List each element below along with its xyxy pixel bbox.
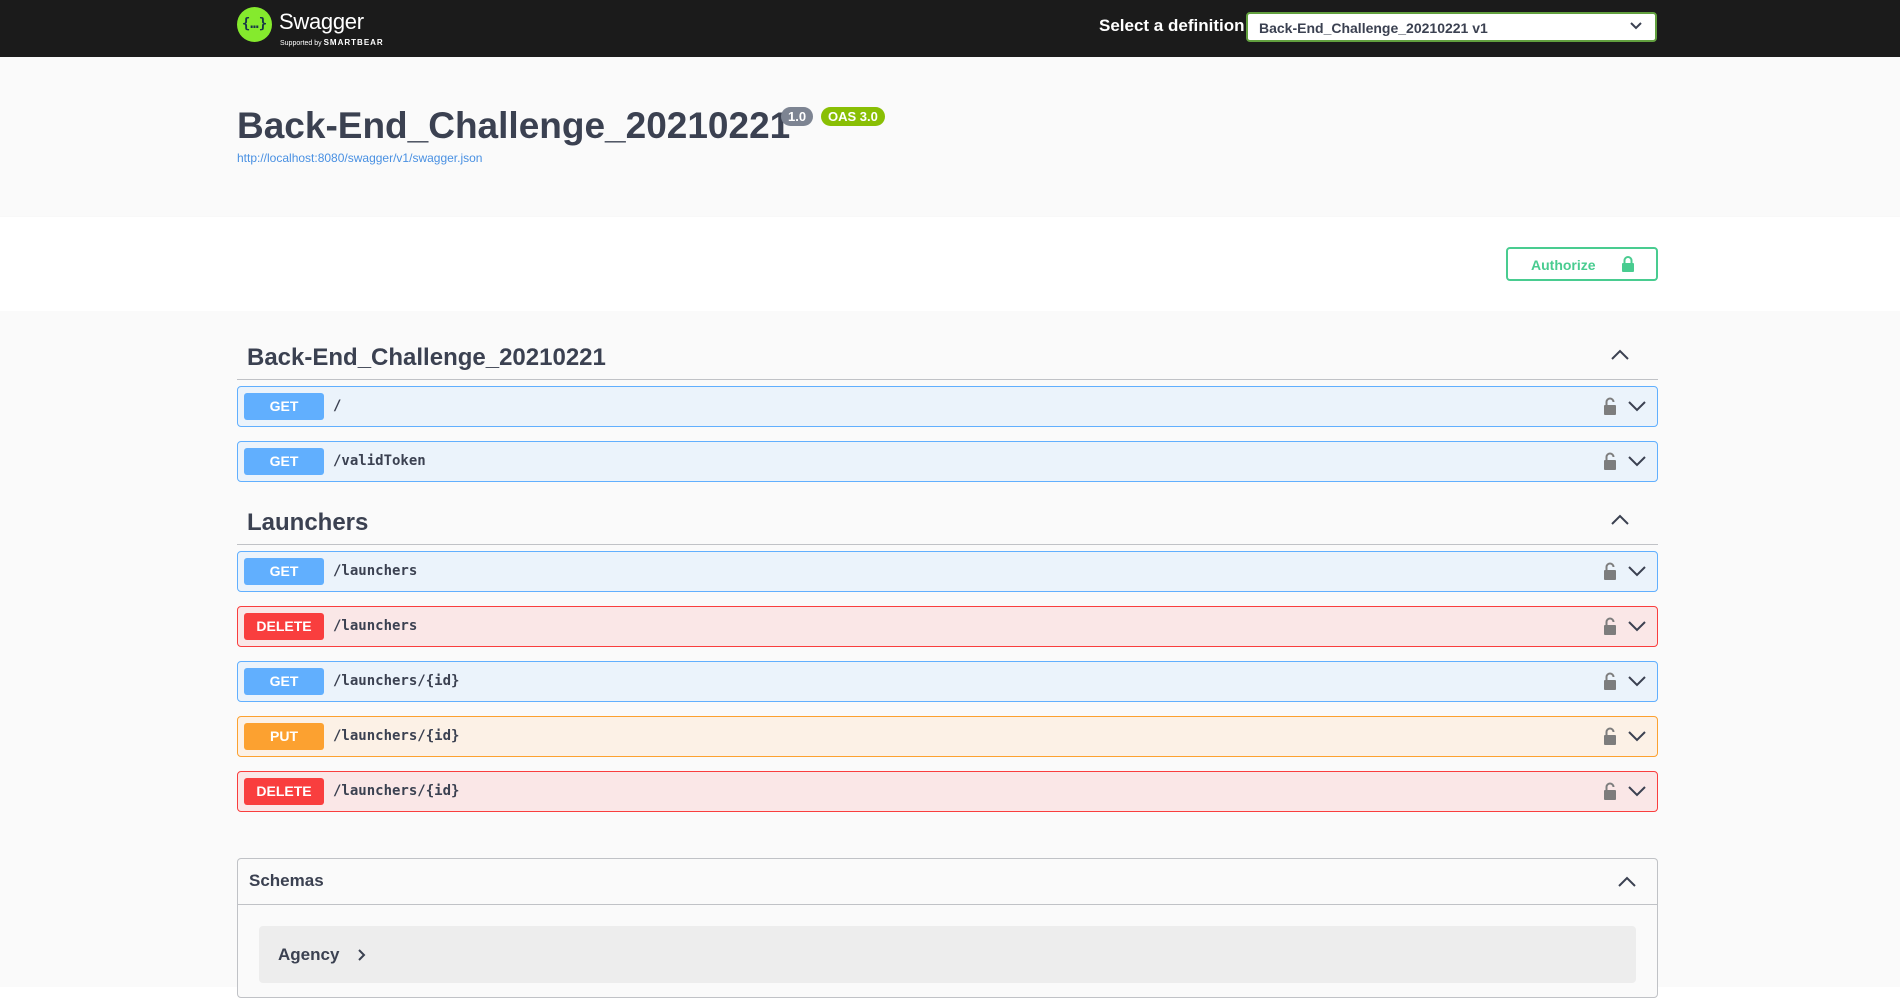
lock-icon[interactable] [1603, 781, 1617, 801]
method-badge: PUT [244, 723, 324, 750]
opblock-get-validtoken[interactable]: GET /validToken [237, 441, 1658, 482]
operation-path: /launchers [333, 563, 418, 579]
oas-badge: OAS 3.0 [821, 107, 885, 126]
swagger-logo[interactable]: {…} Swagger Supported by SMARTBEAR [237, 7, 387, 49]
method-badge: GET [244, 393, 324, 420]
tag-header-launchers[interactable]: Launchers [237, 499, 1658, 545]
topbar: {…} Swagger Supported by SMARTBEAR Selec… [0, 0, 1900, 57]
operation-path: /launchers/{id} [333, 728, 460, 744]
method-badge: DELETE [244, 613, 324, 640]
lock-icon[interactable] [1603, 616, 1617, 636]
lock-icon[interactable] [1603, 451, 1617, 471]
method-badge: GET [244, 448, 324, 475]
opblock-get-launchers[interactable]: GET /launchers [237, 551, 1658, 592]
method-badge: GET [244, 668, 324, 695]
schemas-title: Schemas [249, 871, 324, 890]
definition-select[interactable]: Back-End_Challenge_20210221 v1 [1246, 12, 1657, 42]
tag-header-back-end-challenge[interactable]: Back-End_Challenge_20210221 [237, 334, 1658, 380]
lock-icon[interactable] [1603, 396, 1617, 416]
chevron-down-icon[interactable] [1627, 619, 1647, 633]
chevron-down-icon[interactable] [1627, 454, 1647, 468]
version-badge: 1.0 [781, 107, 814, 126]
operation-path: /launchers/{id} [333, 783, 460, 799]
chevron-up-icon[interactable] [1617, 875, 1637, 889]
api-info: Back-End_Challenge_20210221 1.0 OAS 3.0 … [0, 57, 1900, 217]
operation-path: /launchers/{id} [333, 673, 460, 689]
tag-name: Launchers [247, 509, 369, 536]
opblock-put-launcher-by-id[interactable]: PUT /launchers/{id} [237, 716, 1658, 757]
lock-icon[interactable] [1603, 726, 1617, 746]
model-name: Agency [278, 945, 340, 964]
spec-url-link[interactable]: http://localhost:8080/swagger/v1/swagger… [237, 151, 482, 165]
opblock-delete-launcher-by-id[interactable]: DELETE /launchers/{id} [237, 771, 1658, 812]
chevron-down-icon[interactable] [1627, 729, 1647, 743]
schemas-section: Schemas Agency [237, 858, 1658, 998]
swagger-ui: {…} Swagger Supported by SMARTBEAR Selec… [0, 0, 1900, 998]
swagger-logo-icon: {…} [237, 7, 272, 42]
chevron-down-icon[interactable] [1627, 564, 1647, 578]
scheme-container: Authorize [0, 217, 1900, 312]
chevron-down-icon[interactable] [1627, 674, 1647, 688]
authorize-button[interactable]: Authorize [1506, 247, 1658, 281]
operation-path: / [333, 398, 342, 414]
operation-path: /validToken [333, 453, 426, 469]
method-badge: GET [244, 558, 324, 585]
operations-area: Back-End_Challenge_20210221 GET / GET /v… [0, 311, 1900, 998]
chevron-down-icon [1630, 22, 1642, 30]
lock-icon[interactable] [1603, 561, 1617, 581]
chevron-up-icon[interactable] [1610, 513, 1630, 527]
operation-path: /launchers [333, 618, 418, 634]
model-agency[interactable]: Agency [259, 926, 1636, 983]
opblock-get-root[interactable]: GET / [237, 386, 1658, 427]
chevron-up-icon[interactable] [1610, 348, 1630, 362]
api-title: Back-End_Challenge_20210221 [237, 105, 791, 146]
chevron-right-icon [358, 949, 366, 961]
logo-subtitle: Supported by SMARTBEAR [280, 38, 384, 47]
chevron-down-icon[interactable] [1627, 784, 1647, 798]
lock-icon [1622, 256, 1634, 272]
method-badge: DELETE [244, 778, 324, 805]
schemas-header[interactable]: Schemas [238, 859, 1657, 905]
tag-name: Back-End_Challenge_20210221 [247, 344, 606, 371]
authorize-label: Authorize [1531, 257, 1596, 273]
chevron-down-icon[interactable] [1627, 399, 1647, 413]
select-definition-label: Select a definition [1099, 16, 1245, 35]
opblock-delete-launchers[interactable]: DELETE /launchers [237, 606, 1658, 647]
lock-icon[interactable] [1603, 671, 1617, 691]
opblock-get-launcher-by-id[interactable]: GET /launchers/{id} [237, 661, 1658, 702]
definition-select-value: Back-End_Challenge_20210221 v1 [1259, 20, 1488, 36]
logo-name: Swagger [279, 9, 364, 34]
